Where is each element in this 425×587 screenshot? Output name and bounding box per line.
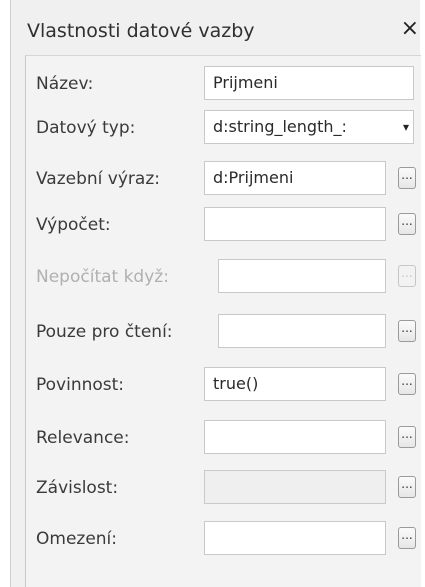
do-not-calculate-when-field <box>218 259 386 293</box>
label-relevance: Relevance: <box>36 428 130 448</box>
binding-expression-field[interactable]: d:Prijmeni <box>204 161 386 195</box>
read-only-edit-button[interactable]: ... <box>398 320 416 342</box>
name-field[interactable]: Prijmeni <box>204 66 414 100</box>
row-dependency: Závislost: ... <box>26 468 422 508</box>
relevance-edit-button[interactable]: ... <box>398 426 416 448</box>
row-data-type: Datový typ: d:string_length_: ▾ <box>26 108 422 148</box>
row-constraint: Omezení: ... <box>26 519 422 559</box>
row-required: Povinnost: true() ... <box>26 365 422 405</box>
required-edit-button[interactable]: ... <box>398 373 416 395</box>
label-do-not-calculate-when: Nepočítat když: <box>36 267 169 287</box>
row-name: Název: Prijmeni <box>26 64 422 104</box>
label-dependency: Závislost: <box>36 478 119 498</box>
row-calculation: Výpočet: ... <box>26 205 422 245</box>
do-not-calculate-when-edit-button: ... <box>398 265 416 287</box>
required-field[interactable]: true() <box>204 367 386 401</box>
panel-title: Vlastnosti datové vazby <box>27 20 255 42</box>
panel-title-bar: Vlastnosti datové vazby × <box>11 10 421 52</box>
label-data-type: Datový typ: <box>36 118 136 138</box>
calculation-edit-button[interactable]: ... <box>398 213 416 235</box>
row-relevance: Relevance: ... <box>26 418 422 458</box>
read-only-field[interactable] <box>218 314 386 348</box>
dependency-edit-button[interactable]: ... <box>398 476 416 498</box>
label-calculation: Výpočet: <box>36 215 111 235</box>
label-required: Povinnost: <box>36 375 125 395</box>
data-type-dropdown[interactable]: d:string_length_: ▾ <box>204 110 414 144</box>
close-icon[interactable]: × <box>401 18 419 40</box>
label-read-only: Pouze pro čtení: <box>36 322 173 342</box>
data-type-value: d:string_length_: <box>213 117 347 136</box>
data-binding-properties-panel: Vlastnosti datové vazby × Název: Prijmen… <box>10 0 421 587</box>
chevron-down-icon[interactable]: ▾ <box>403 111 409 143</box>
row-binding-expression: Vazební výraz: d:Prijmeni ... <box>26 159 422 199</box>
row-do-not-calculate-when: Nepočítat když: ... <box>26 257 422 297</box>
calculation-field[interactable] <box>204 207 386 241</box>
label-name: Název: <box>36 74 94 94</box>
row-read-only: Pouze pro čtení: ... <box>26 312 422 352</box>
constraint-edit-button[interactable]: ... <box>398 527 416 549</box>
relevance-field[interactable] <box>204 420 386 454</box>
constraint-field[interactable] <box>204 521 386 555</box>
dependency-field[interactable] <box>204 470 386 504</box>
properties-grid: Název: Prijmeni Datový typ: d:string_len… <box>25 55 421 587</box>
label-constraint: Omezení: <box>36 529 118 549</box>
label-binding-expression: Vazební výraz: <box>36 169 160 189</box>
binding-expression-edit-button[interactable]: ... <box>398 167 416 189</box>
